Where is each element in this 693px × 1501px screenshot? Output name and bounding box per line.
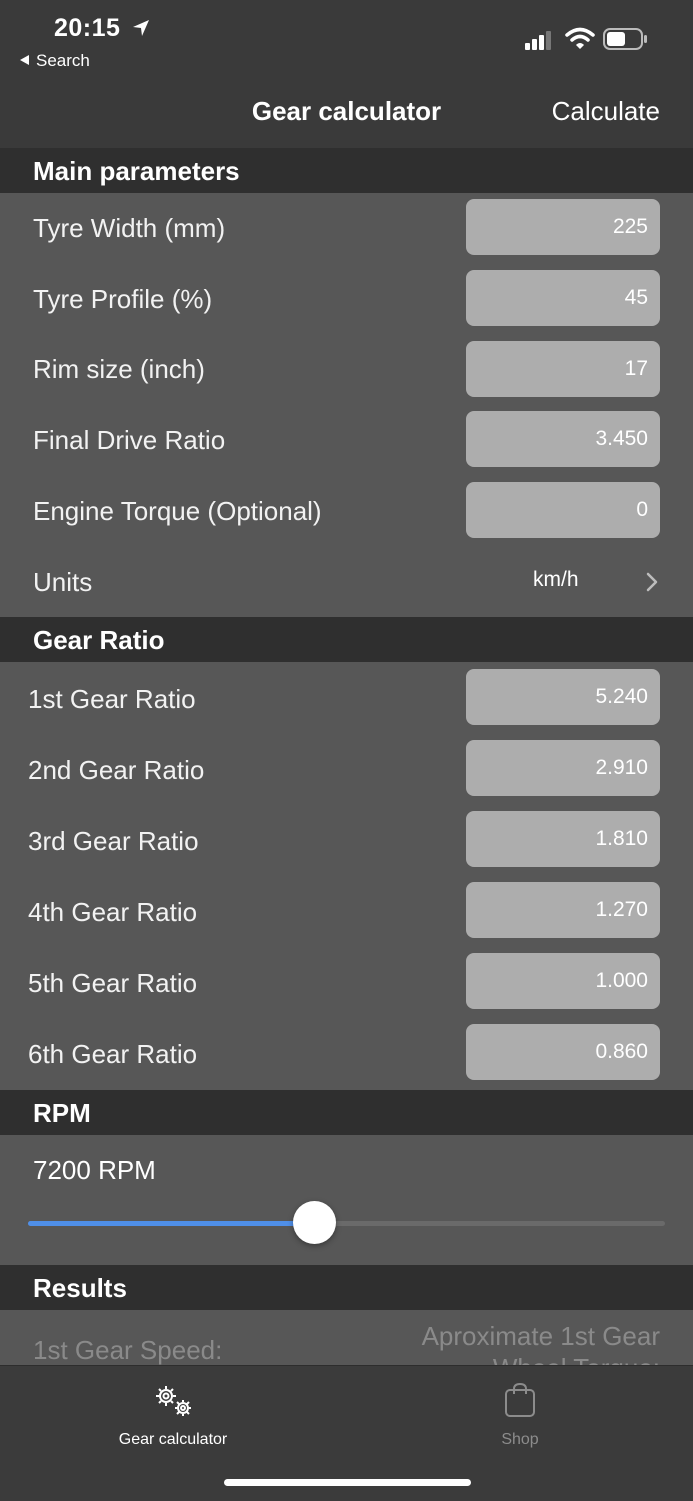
gear-ratio-section: 1st Gear Ratio 2nd Gear Ratio 3rd Gear R…	[0, 662, 693, 1090]
tyre-profile-label: Tyre Profile (%)	[33, 284, 213, 314]
gear-1-input[interactable]	[466, 669, 660, 725]
rpm-slider-thumb[interactable]	[293, 1201, 337, 1244]
home-indicator	[224, 1479, 471, 1486]
first-gear-torque-label: Aproximate 1st Gear Wheel Torque:	[421, 1321, 660, 1366]
gear-ratio-title: Gear Ratio	[33, 625, 165, 655]
tab-shop-label: Shop	[501, 1431, 539, 1448]
gears-icon	[156, 1386, 191, 1416]
chevron-right-icon	[646, 572, 658, 592]
gear-5-input[interactable]	[466, 953, 660, 1009]
results-clip: 1st Gear Speed: Aproximate 1st Gear Whee…	[0, 1310, 693, 1366]
rim-size-input[interactable]	[466, 341, 660, 397]
units-value: km/h	[533, 568, 579, 591]
calculate-button[interactable]: Calculate	[552, 96, 660, 127]
shopping-bag-icon	[505, 1382, 535, 1417]
tab-gear-calculator-label: Gear calculator	[118, 1431, 228, 1448]
gear-ratio-header: Gear Ratio	[0, 617, 693, 662]
tyre-width-input[interactable]	[466, 199, 660, 255]
back-search-label: Search	[36, 51, 90, 70]
main-parameters-header: Main parameters	[0, 148, 693, 193]
first-gear-speed-label: 1st Gear Speed:	[33, 1335, 223, 1365]
gear-6-input[interactable]	[466, 1024, 660, 1080]
battery-icon	[603, 28, 647, 50]
engine-torque-label: Engine Torque (Optional)	[33, 496, 322, 526]
location-arrow-icon	[133, 20, 149, 36]
results-header: Results	[0, 1265, 693, 1310]
tyre-width-label: Tyre Width (mm)	[33, 213, 226, 243]
gear-3-label: 3rd Gear Ratio	[28, 826, 199, 856]
status-time: 20:15	[54, 14, 121, 42]
back-to-search-link[interactable]: Search	[20, 51, 90, 71]
gear-5-label: 5th Gear Ratio	[28, 968, 198, 998]
gear-6-label: 6th Gear Ratio	[28, 1039, 198, 1069]
tab-shop[interactable]: Shop	[470, 1380, 570, 1449]
gear-3-input[interactable]	[466, 811, 660, 867]
rpm-title: RPM	[33, 1098, 91, 1128]
wifi-icon	[565, 27, 595, 49]
gear-1-label: 1st Gear Ratio	[28, 684, 196, 714]
rpm-slider-fill	[28, 1221, 315, 1226]
results-title: Results	[33, 1273, 127, 1303]
back-triangle-icon	[20, 55, 29, 65]
gear-2-label: 2nd Gear Ratio	[28, 755, 205, 785]
engine-torque-input[interactable]	[466, 482, 660, 538]
rpm-value-label: 7200 RPM	[33, 1155, 156, 1185]
final-drive-ratio-input[interactable]	[466, 411, 660, 467]
cellular-signal-icon	[525, 31, 551, 50]
main-parameters-title: Main parameters	[33, 156, 240, 186]
rpm-header: RPM	[0, 1090, 693, 1135]
units-row[interactable]: Units	[0, 550, 693, 616]
tyre-profile-input[interactable]	[466, 270, 660, 326]
rim-size-label: Rim size (inch)	[33, 354, 205, 384]
units-label: Units	[33, 567, 93, 597]
tab-gear-calculator[interactable]: Gear calculator	[105, 1380, 241, 1449]
gear-4-input[interactable]	[466, 882, 660, 938]
final-drive-ratio-label: Final Drive Ratio	[33, 425, 226, 455]
gear-2-input[interactable]	[466, 740, 660, 796]
gear-4-label: 4th Gear Ratio	[28, 897, 198, 927]
